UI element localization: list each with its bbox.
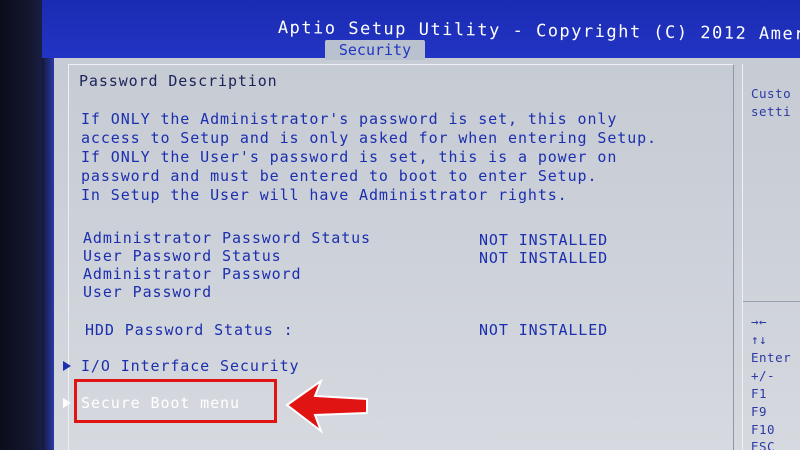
bios-screen: Aptio Setup Utility - Copyright (C) 2012… (0, 0, 800, 450)
description-line: password and must be entered to boot to … (81, 167, 598, 185)
highlight-box (74, 379, 277, 423)
hdd-password-status-label: HDD Password Status : (85, 321, 294, 339)
help-divider (743, 301, 800, 302)
key-hint-left-right: →← (751, 314, 768, 329)
key-hint-f10: F10 (751, 422, 776, 437)
help-text-line: setti (751, 104, 792, 119)
help-text-line: Custo (751, 86, 792, 101)
submenu-arrow-icon (63, 361, 71, 371)
admin-password-status-label: Administrator Password Status (83, 229, 371, 247)
hdd-password-status-value: NOT INSTALLED (479, 321, 609, 339)
description-line: In Setup the User will have Administrato… (81, 186, 568, 204)
password-description: If ONLY the Administrator's password is … (81, 110, 657, 205)
admin-password-status-value: NOT INSTALLED (479, 231, 609, 249)
description-line: If ONLY the User's password is set, this… (81, 148, 618, 166)
key-hint-f9: F9 (751, 404, 768, 419)
tab-security[interactable]: Security (325, 40, 425, 60)
pointer-arrow-icon (285, 379, 368, 434)
section-title: Password Description (79, 72, 278, 90)
administrator-password-item[interactable]: Administrator Password (83, 265, 301, 283)
key-hint-up-down: ↑↓ (751, 332, 768, 347)
key-hint-esc: ESC (751, 439, 776, 450)
user-password-status-value: NOT INSTALLED (479, 249, 609, 267)
submenu-label: I/O Interface Security (81, 357, 300, 375)
user-password-item[interactable]: User Password (83, 283, 212, 301)
help-pane: Custo setti →← ↑↓ Enter +/- F1 F9 F10 ES… (742, 64, 800, 450)
key-hint-enter: Enter (751, 350, 792, 365)
description-line: If ONLY the Administrator's password is … (81, 110, 618, 128)
description-line: access to Setup and is only asked for wh… (81, 129, 657, 147)
key-hint-f1: F1 (751, 386, 768, 401)
user-password-status-label: User Password Status (83, 247, 282, 265)
submenu-arrow-icon (63, 398, 71, 408)
key-hint-plus-minus: +/- (751, 368, 776, 383)
